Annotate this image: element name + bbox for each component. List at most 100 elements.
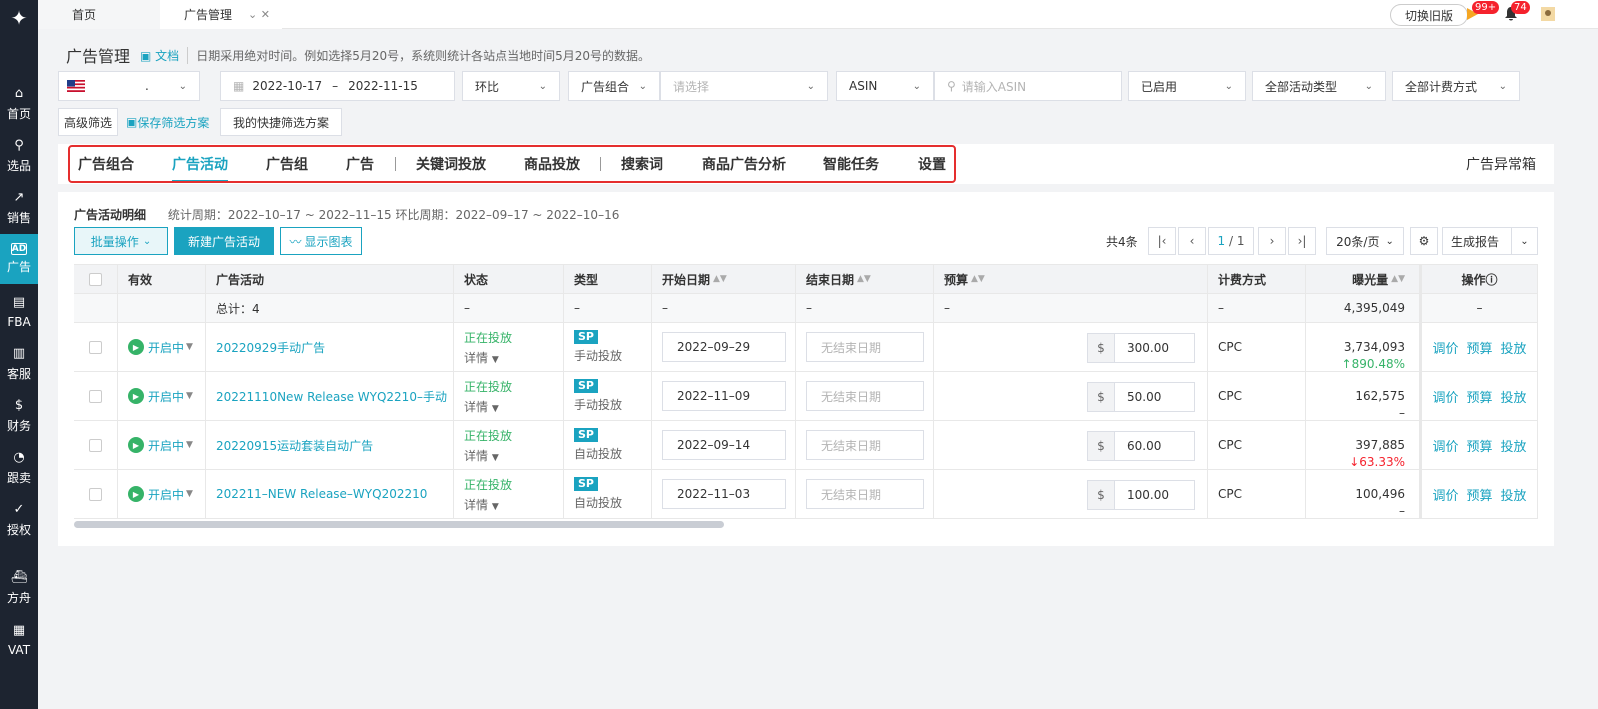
sidebar-item-finance[interactable]: $ 财务 [0,390,38,440]
select-all-checkbox[interactable] [74,265,118,293]
billing-select[interactable]: 全部计费方式 ⌄ [1392,71,1520,101]
tab-campaign[interactable]: 广告活动 [172,144,228,184]
next-page-icon[interactable]: › [1258,227,1286,255]
campaign-name-link[interactable]: 20221110New Release WYQ2210–手动 [206,372,454,420]
bell-icon[interactable]: 74 [1501,1,1530,24]
detail-dropdown[interactable]: 详情 ▼ [464,447,499,464]
prev-page-icon[interactable]: ‹ [1178,227,1206,255]
sidebar-item-home[interactable]: ⌂ 首页 [0,78,38,128]
row-checkbox[interactable] [74,372,118,420]
row-checkbox[interactable] [74,323,118,371]
detail-dropdown[interactable]: 详情 ▼ [464,349,499,366]
targeting-link[interactable]: 投放 [1501,436,1527,455]
tab-ad-management[interactable]: 广告管理 ⌄ ✕ [160,0,282,29]
tab-settings[interactable]: 设置 [918,144,946,184]
row-valid-toggle[interactable]: ▶ 开启中 ▼ [118,372,206,420]
row-valid-toggle[interactable]: ▶ 开启中 ▼ [118,323,206,371]
doc-link[interactable]: ▣ 文档 [140,47,179,64]
budget-link[interactable]: 预算 [1466,338,1492,357]
targeting-link[interactable]: 投放 [1501,485,1527,504]
sidebar-item-auth[interactable]: ✓ 授权 [0,494,38,544]
show-chart-button[interactable]: 〰显示图表 [280,227,362,255]
gear-icon[interactable]: ⚙ [1410,227,1438,255]
sidebar-item-ark[interactable]: ⛴ 方舟 [0,562,38,612]
generate-report-button[interactable]: 生成报告 ⌄ [1442,227,1538,255]
page-size-select[interactable]: 20条/页 ⌄ [1326,227,1404,255]
start-date-input[interactable]: 2022–09–29 [662,332,786,362]
campaign-type-select[interactable]: 全部活动类型 ⌄ [1252,71,1386,101]
sidebar-item-ads[interactable]: AD 广告 [0,234,38,284]
ad-anomaly-box[interactable]: 广告异常箱 [1466,144,1536,184]
adjust-price-link[interactable]: 调价 [1432,436,1458,455]
tab-product-ad-analysis[interactable]: 商品广告分析 [702,144,786,184]
date-range-picker[interactable]: ▦ 2022-10-17 – 2022-11-15 [220,71,455,101]
portfolio-select[interactable]: 广告组合 ⌄ [568,71,660,101]
campaign-name-link[interactable]: 20220929手动广告 [206,323,454,371]
campaign-name-link[interactable]: 202211–NEW Release–WYQ202210 [206,470,454,518]
row-valid-toggle[interactable]: ▶ 开启中 ▼ [118,421,206,469]
page-indicator[interactable]: 1 / 1 [1208,227,1254,255]
budget-link[interactable]: 预算 [1466,387,1492,406]
avatar[interactable] [1538,4,1558,24]
tab-ad-group[interactable]: 广告组 [266,144,308,184]
row-checkbox[interactable] [74,470,118,518]
asin-type-select[interactable]: ASIN ⌄ [836,71,934,101]
flag-icon[interactable]: 99+ [1462,1,1500,24]
col-end-date[interactable]: 结束日期 ▲▼ [796,265,934,293]
budget-link[interactable]: 预算 [1466,485,1492,504]
tab-close-icon[interactable]: ⌄ ✕ [248,8,270,21]
tab-ad[interactable]: 广告 [346,144,374,184]
detail-dropdown[interactable]: 详情 ▼ [464,398,499,415]
budget-input[interactable]: $60.00 [1087,431,1195,461]
batch-operation-button[interactable]: 批量操作 ⌄ [74,227,168,255]
tab-smart-tasks[interactable]: 智能任务 [823,144,879,184]
sidebar-item-service[interactable]: ▥ 客服 [0,338,38,388]
sidebar-item-vat[interactable]: ▦ VAT [0,614,38,664]
start-date-input[interactable]: 2022–11–09 [662,381,786,411]
budget-link[interactable]: 预算 [1466,436,1492,455]
start-date-input[interactable]: 2022–11–03 [662,479,786,509]
sidebar-item-selection[interactable]: ⚲ 选品 [0,130,38,180]
tab-search-terms[interactable]: 搜索词 [621,144,663,184]
horizontal-scrollbar[interactable] [74,520,1538,528]
adjust-price-link[interactable]: 调价 [1432,338,1458,357]
end-date-input[interactable]: 无结束日期 [806,479,924,509]
row-checkbox[interactable] [74,421,118,469]
save-scheme-button[interactable]: ▣ 保存筛选方案 [126,108,209,136]
adjust-price-link[interactable]: 调价 [1432,387,1458,406]
row-valid-toggle[interactable]: ▶ 开启中 ▼ [118,470,206,518]
budget-input[interactable]: $100.00 [1087,480,1195,510]
col-start-date[interactable]: 开始日期 ▲▼ [652,265,796,293]
end-date-input[interactable]: 无结束日期 [806,381,924,411]
start-date-input[interactable]: 2022–09–14 [662,430,786,460]
targeting-link[interactable]: 投放 [1501,338,1527,357]
adjust-price-link[interactable]: 调价 [1432,485,1458,504]
tab-home[interactable]: 首页 [38,0,160,29]
asin-search-input[interactable]: ⚲ 请输入ASIN [934,71,1122,101]
end-date-input[interactable]: 无结束日期 [806,332,924,362]
budget-input[interactable]: $300.00 [1087,333,1195,363]
sidebar-item-follow[interactable]: ◔ 跟卖 [0,442,38,492]
tab-portfolio[interactable]: 广告组合 [78,144,134,184]
first-page-icon[interactable]: |‹ [1148,227,1176,255]
scroll-thumb[interactable] [74,521,724,528]
col-impressions[interactable]: 曝光量 ▲▼ [1306,265,1420,293]
col-budget[interactable]: 预算 ▲▼ [934,265,1208,293]
enabled-select[interactable]: 已启用 ⌄ [1128,71,1246,101]
campaign-name-link[interactable]: 20220915运动套装自动广告 [206,421,454,469]
tab-product-targeting[interactable]: 商品投放 [524,144,580,184]
sidebar-item-fba[interactable]: ▤ FBA [0,286,38,336]
sidebar-item-sales[interactable]: ↗ 销售 [0,182,38,232]
quick-scheme-button[interactable]: 我的快捷筛选方案 [220,108,342,136]
portfolio-input[interactable]: 请选择 ⌄ [660,71,828,101]
switch-old-version-button[interactable]: 切换旧版 [1390,4,1468,26]
store-select[interactable]: . ⌄ [58,71,200,101]
end-date-input[interactable]: 无结束日期 [806,430,924,460]
budget-input[interactable]: $50.00 [1087,382,1195,412]
detail-dropdown[interactable]: 详情 ▼ [464,496,499,513]
tab-keyword-targeting[interactable]: 关键词投放 [416,144,486,184]
advanced-filter-button[interactable]: 高级筛选 [58,108,118,136]
targeting-link[interactable]: 投放 [1501,387,1527,406]
compare-select[interactable]: 环比 ⌄ [462,71,560,101]
chevron-down-icon[interactable]: ⌄ [1511,228,1537,254]
